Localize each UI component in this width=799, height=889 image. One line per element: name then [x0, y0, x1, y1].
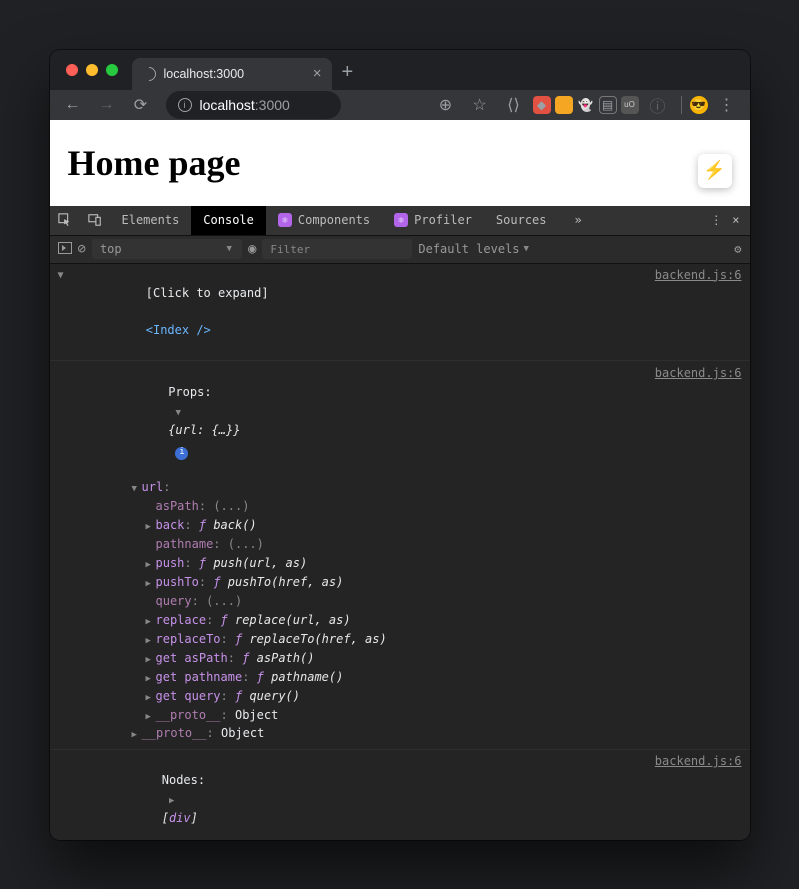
device-toolbar-button[interactable]	[80, 205, 110, 235]
tab-elements[interactable]: Elements	[110, 205, 192, 235]
caret-right-icon[interactable]: ▶	[146, 654, 156, 668]
console-sidebar-toggle[interactable]	[58, 242, 72, 257]
console-toolbar: ⊘ top ▼ ◉ Default levels ▼ ⚙	[50, 236, 750, 264]
close-devtools-button[interactable]: ×	[732, 213, 739, 227]
react-icon: ⚛	[278, 213, 292, 227]
caret-down-icon[interactable]: ▼	[175, 407, 185, 421]
more-tabs-button[interactable]: »	[563, 205, 594, 235]
extension-reader-icon[interactable]: ▤	[599, 96, 617, 114]
url-host: localhost	[200, 97, 255, 113]
dev-indicator-button[interactable]: ⚡	[698, 154, 732, 188]
component-tag: <Index />	[146, 323, 211, 337]
live-expression-button[interactable]: ◉	[248, 241, 256, 257]
tab-console[interactable]: Console	[191, 205, 266, 235]
close-tab-button[interactable]: ×	[313, 66, 322, 81]
reload-button[interactable]: ⟳	[126, 90, 156, 120]
caret-right-icon[interactable]: ▶	[146, 673, 156, 687]
log-levels-selector[interactable]: Default levels ▼	[418, 242, 529, 256]
maximize-window-button[interactable]	[106, 64, 118, 76]
console-filter-input[interactable]	[262, 239, 412, 259]
tab-sources[interactable]: Sources	[484, 205, 559, 235]
extension-orange-icon[interactable]	[555, 96, 573, 114]
devtools-panel: Elements Console ⚛Components ⚛Profiler S…	[50, 206, 750, 840]
titlebar: localhost:3000 × +	[50, 50, 750, 90]
clear-console-button[interactable]: ⊘	[78, 241, 86, 257]
extension-shield-icon[interactable]: ◆	[533, 96, 551, 114]
execution-context-selector[interactable]: top ▼	[92, 239, 242, 259]
new-tab-button[interactable]: +	[342, 61, 354, 84]
profile-avatar-icon[interactable]: 😎	[690, 96, 708, 114]
caret-right-icon[interactable]: ▶	[146, 559, 156, 573]
devtools-tabs: Elements Console ⚛Components ⚛Profiler S…	[50, 206, 750, 236]
browser-menu-button[interactable]: ⋮	[712, 90, 742, 120]
forward-button[interactable]: →	[92, 90, 122, 120]
back-button[interactable]: ←	[58, 90, 88, 120]
extension-ghost-icon[interactable]: 👻	[577, 96, 595, 114]
caret-right-icon[interactable]: ▶	[169, 795, 179, 809]
caret-right-icon[interactable]: ▶	[146, 711, 156, 725]
tab-components[interactable]: ⚛Components	[266, 205, 382, 235]
console-output: ▼ [Click to expand] <Index /> backend.js…	[50, 264, 750, 840]
react-icon: ⚛	[394, 213, 408, 227]
caret-right-icon[interactable]: ▶	[146, 521, 156, 535]
address-bar[interactable]: i localhost:3000	[166, 91, 341, 119]
log-entry-expanded: Props: ▼ {url: {…}} i backend.js:6 ▼url:…	[50, 361, 750, 750]
extension-info-icon[interactable]: ⓘ	[643, 90, 673, 120]
toolbar-separator	[681, 96, 682, 114]
sidebar-icon	[58, 242, 72, 254]
devtools-menu-button[interactable]: ⋮	[710, 213, 722, 227]
console-settings-button[interactable]: ⚙	[734, 242, 741, 256]
chevron-down-icon: ▼	[227, 244, 232, 254]
info-badge-icon[interactable]: i	[175, 447, 188, 460]
caret-down-icon[interactable]: ▼	[132, 483, 142, 497]
caret-right-icon[interactable]: ▶	[146, 616, 156, 630]
log-entry[interactable]: ▼ [Click to expand] <Index /> backend.js…	[50, 264, 750, 362]
tab-title: localhost:3000	[164, 67, 245, 81]
bookmark-star-icon[interactable]: ☆	[465, 90, 495, 120]
source-link[interactable]: backend.js:6	[655, 364, 742, 478]
page-heading: Home page	[68, 142, 732, 184]
browser-toolbar: ← → ⟳ i localhost:3000 ⊕ ☆ ⟨⟩ ◆ 👻 ▤ uO ⓘ…	[50, 90, 750, 120]
spinner-icon	[139, 64, 159, 84]
site-info-icon[interactable]: i	[178, 98, 192, 112]
expand-toggle-icon[interactable]: ▼	[58, 266, 68, 284]
lightning-icon: ⚡	[703, 160, 725, 181]
url-port: :3000	[255, 97, 290, 113]
page-content: Home page ⚡	[50, 120, 750, 206]
caret-right-icon[interactable]: ▶	[146, 578, 156, 592]
inspect-element-button[interactable]	[50, 205, 80, 235]
zoom-icon[interactable]: ⊕	[431, 90, 461, 120]
tab-profiler[interactable]: ⚛Profiler	[382, 205, 484, 235]
pocket-icon[interactable]: ⟨⟩	[499, 90, 529, 120]
window-controls	[66, 64, 118, 76]
source-link[interactable]: backend.js:6	[643, 266, 742, 285]
log-entry[interactable]: Nodes: ▶ [div] backend.js:6	[50, 750, 750, 839]
minimize-window-button[interactable]	[86, 64, 98, 76]
inspect-icon	[58, 213, 72, 227]
caret-right-icon[interactable]: ▶	[132, 729, 142, 743]
device-icon	[88, 213, 102, 227]
caret-right-icon[interactable]: ▶	[146, 692, 156, 706]
caret-right-icon[interactable]: ▶	[146, 635, 156, 649]
close-window-button[interactable]	[66, 64, 78, 76]
browser-window: localhost:3000 × + ← → ⟳ i localhost:300…	[50, 50, 750, 840]
browser-tab[interactable]: localhost:3000 ×	[132, 58, 332, 90]
chevron-down-icon: ▼	[524, 244, 529, 254]
source-link[interactable]: backend.js:6	[643, 752, 742, 771]
extension-ublock-icon[interactable]: uO	[621, 96, 639, 114]
